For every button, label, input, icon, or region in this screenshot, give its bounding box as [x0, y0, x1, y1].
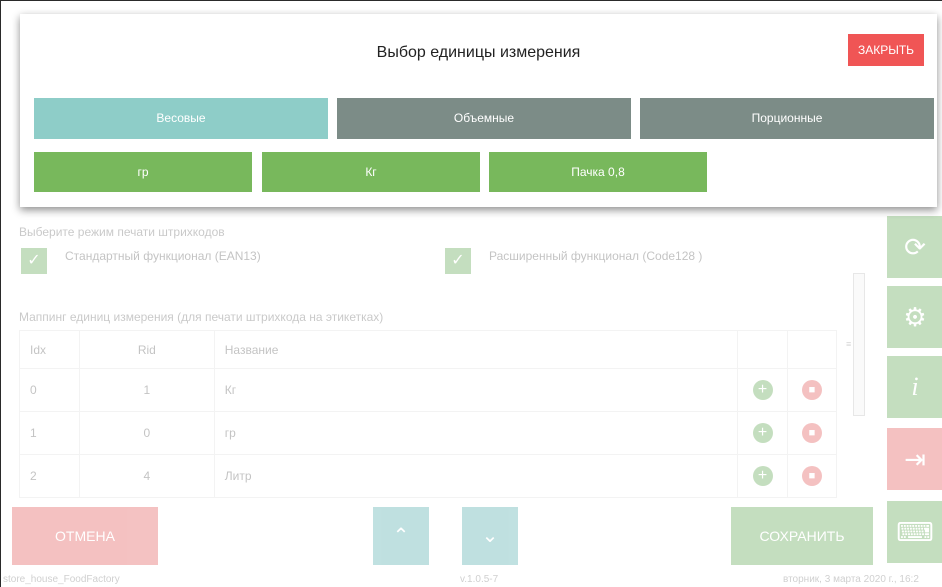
save-button[interactable]: СОХРАНИТЬ: [731, 507, 873, 565]
cancel-button[interactable]: ОТМЕНА: [12, 507, 158, 565]
close-button[interactable]: ЗАКРЫТЬ: [848, 34, 924, 66]
header-add: [737, 330, 788, 369]
gear-icon: ⚙: [903, 302, 927, 332]
cell-idx: 2: [19, 454, 80, 498]
mapping-section-label: Маппинг единиц измерения (для печати штр…: [19, 310, 384, 324]
header-idx: Idx: [19, 330, 80, 369]
barcode-section-label: Выберите режим печати штрихкодов: [19, 225, 225, 239]
add-icon[interactable]: +: [752, 423, 773, 443]
check-icon: ✓: [27, 252, 41, 269]
info-button[interactable]: i: [887, 356, 942, 418]
header-name: Название: [213, 330, 739, 369]
logout-icon: ⇥: [904, 444, 926, 474]
add-icon[interactable]: +: [752, 466, 773, 486]
standard-barcode-checkbox[interactable]: ✓: [21, 248, 47, 274]
tab-weight[interactable]: Весовые: [34, 98, 328, 139]
standard-barcode-label: Стандартный функционал (EAN13): [65, 249, 261, 263]
cell-name: гр: [213, 411, 739, 455]
chevron-down-icon: ⌄: [481, 525, 499, 547]
table-row[interactable]: 0 1 Кг + ■: [19, 368, 837, 412]
trash-icon[interactable]: ■: [802, 466, 822, 486]
extended-barcode-checkbox[interactable]: ✓: [445, 248, 471, 274]
header-rid: Rid: [78, 330, 215, 369]
extended-barcode-label: Расширенный функционал (Code128 ): [489, 249, 703, 263]
info-icon: i: [911, 372, 919, 401]
app-version: v.1.0.5-7: [460, 574, 499, 585]
scroll-up-button[interactable]: ⌃: [373, 507, 429, 565]
dialog-title: Выбор единицы измерения: [376, 44, 581, 61]
cell-rid: 1: [78, 368, 215, 412]
trash-icon[interactable]: ■: [802, 423, 822, 443]
logout-button[interactable]: ⇥: [887, 428, 942, 490]
table-row[interactable]: 2 4 Литр + ■: [19, 454, 837, 498]
app-name: store_house_FoodFactory: [3, 574, 120, 585]
tab-volume[interactable]: Объемные: [337, 98, 631, 139]
check-icon: ✓: [451, 252, 465, 269]
trash-icon[interactable]: ■: [802, 380, 822, 400]
table-scrollbar[interactable]: [853, 273, 865, 416]
unit-pack-button[interactable]: Пачка 0,8: [489, 152, 707, 192]
keyboard-button[interactable]: ⌨: [887, 501, 942, 563]
scrollbar-grip-icon: ≡: [846, 339, 852, 349]
scroll-down-button[interactable]: ⌄: [462, 507, 518, 565]
sync-icon: ⟳: [904, 232, 926, 262]
app-window: Выберите режим печати штрихкодов ✓ Станд…: [0, 0, 942, 587]
cell-name: Литр: [213, 454, 739, 498]
cell-name: Кг: [213, 368, 739, 412]
datetime: вторник, 3 марта 2020 г., 16:2: [783, 574, 919, 585]
mapping-table: Idx Rid Название 0 1 Кг + ■ 1 0 гр + ■ 2…: [19, 330, 837, 498]
settings-button[interactable]: ⚙: [887, 286, 942, 348]
cell-idx: 0: [19, 368, 80, 412]
unit-selection-dialog: Выбор единицы измерения ЗАКРЫТЬ Весовые …: [20, 14, 937, 207]
header-delete: [787, 330, 837, 369]
sync-button[interactable]: ⟳: [887, 216, 942, 278]
cell-rid: 4: [78, 454, 215, 498]
table-header-row: Idx Rid Название: [19, 330, 837, 369]
unit-gram-button[interactable]: гр: [34, 152, 252, 192]
cell-rid: 0: [78, 411, 215, 455]
unit-kg-button[interactable]: Кг: [262, 152, 480, 192]
add-icon[interactable]: +: [752, 380, 773, 400]
cell-idx: 1: [19, 411, 80, 455]
table-row[interactable]: 1 0 гр + ■: [19, 411, 837, 455]
tab-portion[interactable]: Порционные: [640, 98, 934, 139]
keyboard-icon: ⌨: [896, 517, 934, 547]
chevron-up-icon: ⌃: [392, 525, 410, 547]
status-bar: store_house_FoodFactory v.1.0.5-7 вторни…: [1, 570, 942, 587]
